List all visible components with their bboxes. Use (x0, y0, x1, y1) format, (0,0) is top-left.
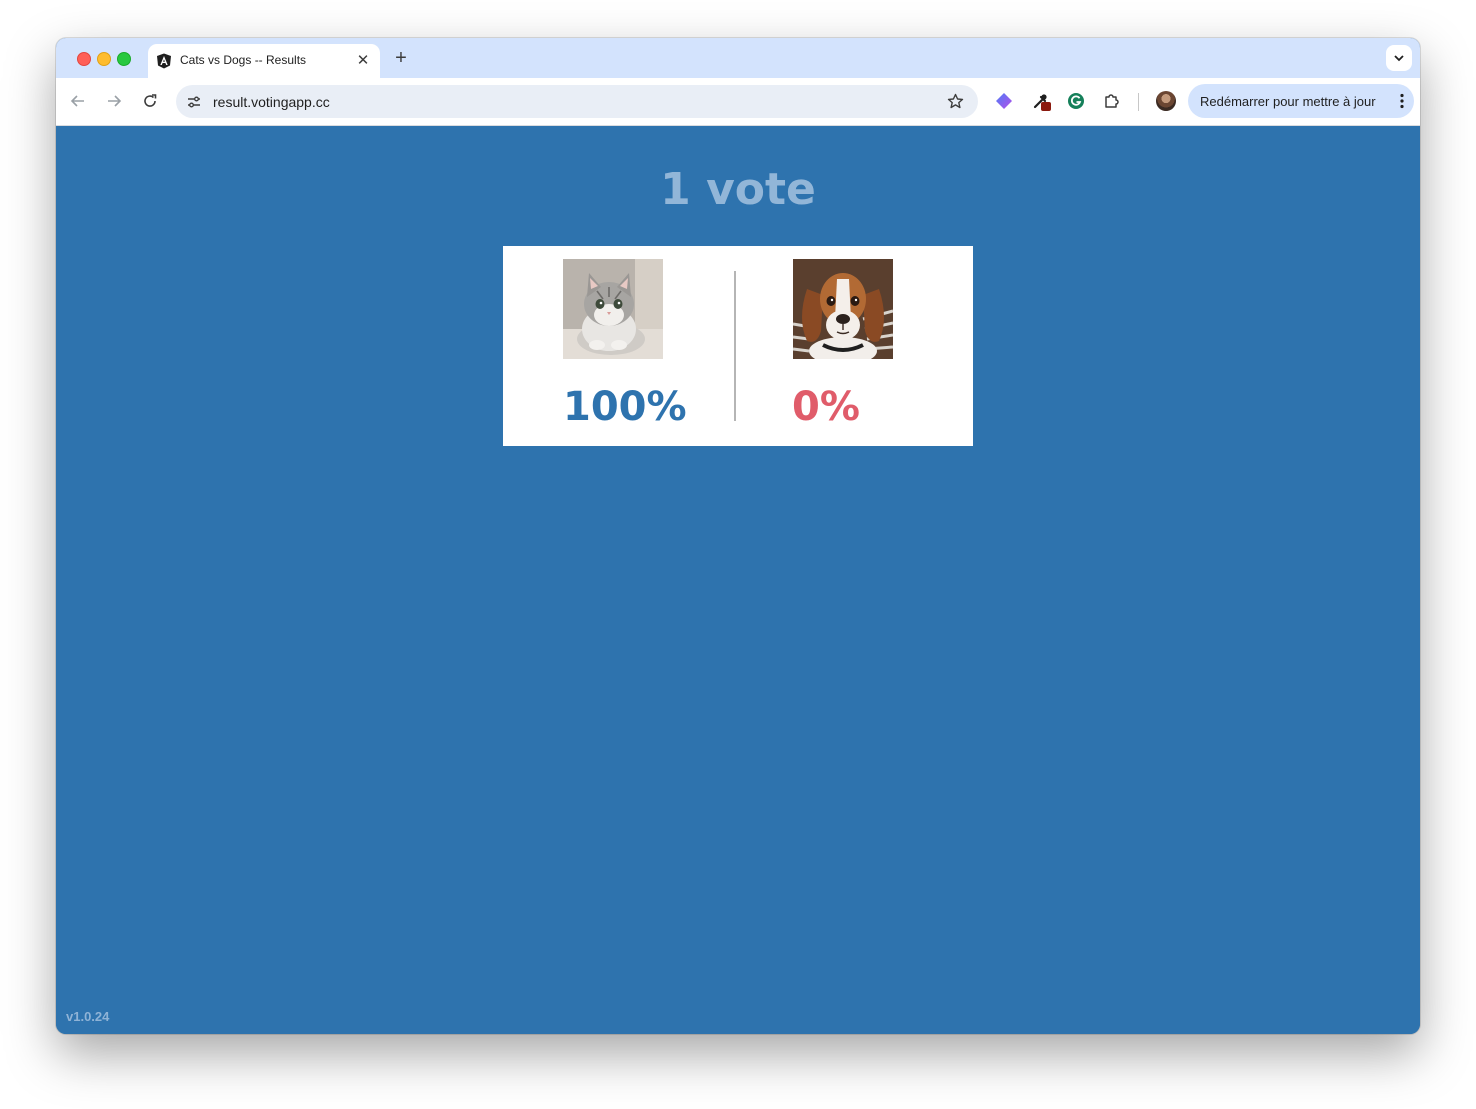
results-page: 1 vote 100% 0% v1.0.24 (56, 126, 1420, 1034)
grammarly-extension-icon[interactable] (1065, 90, 1087, 112)
new-tab-button[interactable]: + (390, 47, 412, 69)
vote-count: 1 vote (660, 164, 816, 215)
back-icon[interactable] (68, 91, 88, 111)
address-bar[interactable]: result.votingapp.cc (176, 85, 978, 118)
zoom-window-button[interactable] (117, 52, 131, 66)
more-vert-icon[interactable] (1400, 93, 1404, 109)
dogs-percentage: 0% (792, 384, 860, 430)
close-icon[interactable]: ✕ (354, 52, 372, 70)
cats-percentage: 100% (563, 384, 687, 430)
tab-results[interactable]: Cats vs Dogs -- Results ✕ (148, 44, 380, 78)
results-divider (734, 271, 736, 421)
angular-icon (157, 53, 171, 69)
site-settings-icon[interactable] (186, 94, 202, 110)
chevron-down-icon (1394, 55, 1404, 62)
cat-image (563, 259, 663, 359)
app-version: v1.0.24 (66, 1009, 110, 1024)
browser-toolbar: result.votingapp.cc Redémarrer pour mett… (56, 78, 1420, 126)
profile-avatar[interactable] (1156, 91, 1176, 111)
gem-extension-icon[interactable] (993, 90, 1015, 112)
puzzle-extensions-icon[interactable] (1101, 90, 1123, 112)
minimize-window-button[interactable] (97, 52, 111, 66)
relaunch-to-update-button[interactable]: Redémarrer pour mettre à jour (1188, 84, 1414, 118)
url-text[interactable]: result.votingapp.cc (213, 94, 330, 110)
relaunch-label: Redémarrer pour mettre à jour (1200, 94, 1376, 109)
toolbar-separator (1138, 93, 1139, 111)
eyedropper-extension-icon[interactable] (1030, 90, 1052, 112)
forward-icon[interactable] (104, 91, 124, 111)
tab-strip: Cats vs Dogs -- Results ✕ + (56, 38, 1420, 78)
results-card: 100% 0% (503, 246, 973, 446)
close-window-button[interactable] (77, 52, 91, 66)
bookmark-star-icon[interactable] (947, 93, 964, 110)
dog-image (793, 259, 893, 359)
tab-title: Cats vs Dogs -- Results (180, 53, 307, 67)
browser-window: Cats vs Dogs -- Results ✕ + result.votin… (56, 38, 1420, 1034)
reload-icon[interactable] (140, 91, 160, 111)
tab-search-button[interactable] (1386, 45, 1412, 71)
